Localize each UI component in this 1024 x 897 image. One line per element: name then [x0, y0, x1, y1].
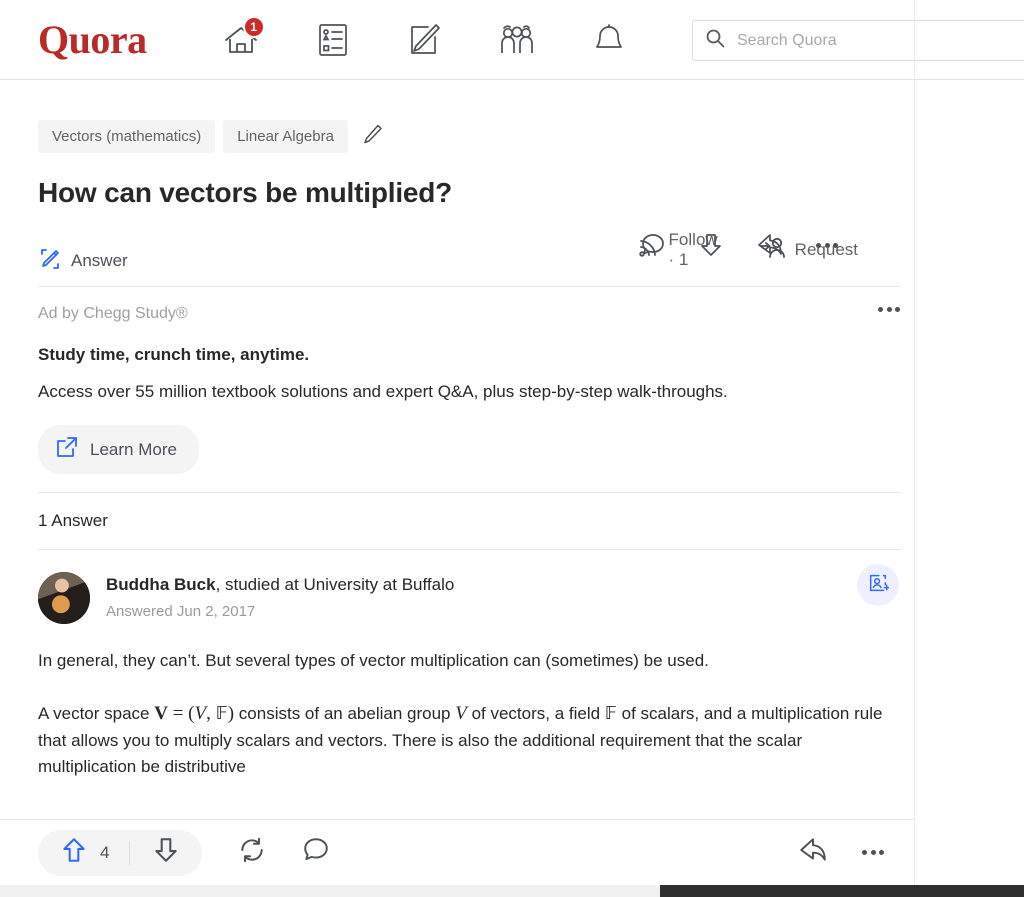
question-secondary-actions: [640, 232, 838, 258]
content-column: Vectors (mathematics) Linear Algebra How…: [0, 80, 900, 781]
comment-button[interactable]: [302, 836, 330, 869]
topic-linear-algebra[interactable]: Linear Algebra: [223, 120, 348, 153]
pencil-square-icon: [409, 23, 441, 57]
vote-pill: 4: [38, 829, 203, 876]
page-title: How can vectors be multiplied?: [38, 177, 453, 208]
learn-more-label: Learn More: [90, 439, 177, 459]
share-icon: [798, 836, 828, 869]
math-field-f: 𝔽: [215, 702, 228, 724]
comment-icon: [302, 836, 330, 869]
nav-home[interactable]: 1: [195, 12, 287, 68]
math-equals: = (: [167, 702, 195, 724]
add-person-icon: [867, 572, 890, 599]
more-icon[interactable]: [816, 242, 838, 248]
main-content: Vectors (mathematics) Linear Algebra How…: [0, 80, 1024, 897]
author-name[interactable]: Buddha Buck: [106, 575, 216, 594]
search-input[interactable]: [735, 30, 1024, 51]
bell-icon: [594, 23, 624, 57]
list-icon: [318, 23, 348, 57]
math-field-f2: 𝔽: [604, 702, 617, 724]
edit-topics-button[interactable]: [362, 123, 384, 150]
math-italic-v2: V: [455, 702, 467, 724]
share-icon[interactable]: [756, 232, 784, 258]
scrollbar-track[interactable]: [0, 885, 660, 897]
answer-button[interactable]: Answer: [38, 225, 594, 276]
math-comma: ,: [206, 702, 216, 724]
answer-label: Answer: [71, 251, 128, 270]
answer-paragraph-2: A vector space V = (V, 𝔽) consists of an…: [38, 699, 888, 781]
avatar[interactable]: [38, 572, 90, 625]
answer-action-footer: 4: [0, 819, 914, 885]
home-notification-badge: 1: [242, 15, 265, 38]
answer-byline: Buddha Buck, studied at University at Bu…: [38, 572, 900, 625]
p2-part1: A vector space: [38, 703, 155, 723]
upvote-count: 4: [100, 842, 110, 862]
site-header: Quora 1: [0, 0, 1024, 80]
footer-more-icon[interactable]: [862, 850, 884, 855]
footer-secondary-actions: [798, 836, 884, 869]
pencil-icon: [362, 123, 384, 150]
nav-answers[interactable]: [287, 12, 379, 68]
quora-question-page: Quora 1 Search Quora Vectors (mathematic…: [0, 0, 1024, 897]
author-credential: , studied at University at Buffalo: [215, 575, 455, 595]
downvote-icon[interactable]: [698, 232, 724, 258]
answered-date: Answered Jun 2, 2017: [106, 603, 256, 621]
scrollbar-thumb[interactable]: [660, 885, 1024, 897]
upvote-button[interactable]: 4: [38, 836, 129, 869]
nav-notifications[interactable]: [563, 12, 655, 68]
external-link-icon: [56, 436, 78, 463]
nav-write[interactable]: [379, 12, 471, 68]
horizontal-scrollbar[interactable]: [0, 885, 1024, 897]
quora-logo[interactable]: Quora: [38, 19, 147, 60]
downvote-button[interactable]: [130, 836, 202, 869]
repost-button[interactable]: [238, 836, 266, 869]
author-line: Buddha Buck, studied at University at Bu…: [106, 574, 454, 596]
p2-part2: consists of an abelian group: [234, 703, 456, 723]
people-icon: [498, 24, 536, 56]
answer-paragraph-1: In general, they can’t. But several type…: [38, 651, 709, 671]
ad-body: Access over 55 million textbook solution…: [38, 382, 728, 401]
ad-block: Ad by Chegg Study® Study time, crunch ti…: [38, 287, 900, 475]
repost-icon: [238, 836, 266, 869]
primary-nav: 1: [195, 12, 655, 68]
nav-spaces[interactable]: [471, 12, 563, 68]
column-divider: [914, 0, 915, 885]
search-icon: [705, 28, 725, 53]
math-bold-v: V: [154, 702, 168, 724]
math-italic-v: V: [194, 702, 207, 724]
learn-more-button[interactable]: Learn More: [38, 425, 199, 475]
ad-more-icon[interactable]: [878, 307, 900, 312]
upvote-icon: [60, 836, 88, 869]
topic-list: Vectors (mathematics) Linear Algebra: [38, 120, 900, 153]
answer-count: 1 Answer: [38, 511, 108, 531]
share-button[interactable]: [798, 836, 828, 869]
answer-block: Buddha Buck, studied at University at Bu…: [38, 550, 900, 780]
ad-headline: Study time, crunch time, anytime.: [38, 345, 310, 364]
byline-text: Buddha Buck, studied at University at Bu…: [106, 572, 454, 620]
pencil-write-icon: [38, 247, 62, 276]
p2-part3: of vectors, a field: [466, 703, 605, 723]
question-action-bar: Answer Follow · 1 Request: [38, 230, 900, 270]
search-bar[interactable]: [692, 20, 1024, 61]
downvote-icon: [152, 836, 180, 869]
ad-label: Ad by Chegg Study®: [38, 305, 188, 322]
comment-icon[interactable]: [640, 232, 666, 258]
topic-vectors-mathematics[interactable]: Vectors (mathematics): [38, 120, 216, 153]
